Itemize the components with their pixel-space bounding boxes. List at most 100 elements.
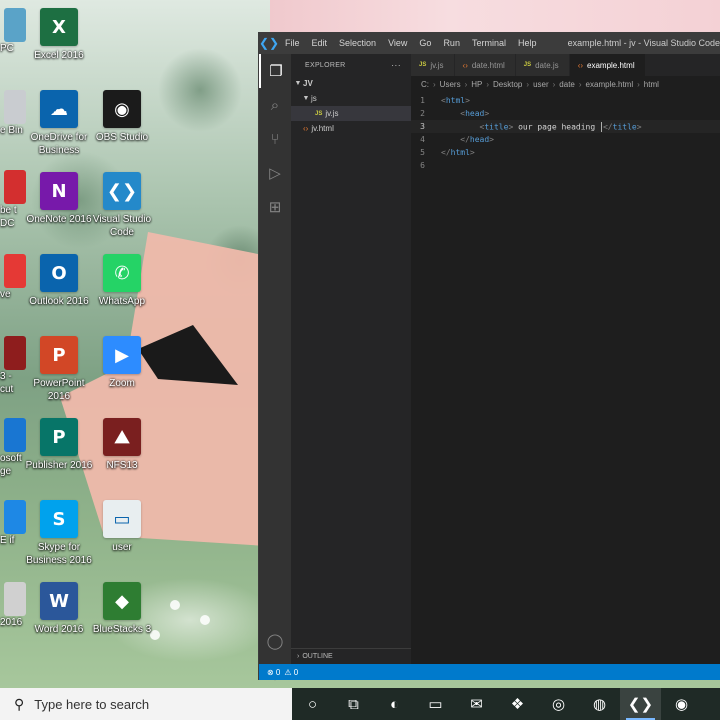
editor-area[interactable]: JS jv.js ‹› date.html JS date.js ‹› example.htm… [411, 54, 720, 664]
menu-terminal[interactable]: Terminal [466, 38, 512, 48]
tree-file-jv-js[interactable]: JS jv.js [291, 106, 411, 121]
desktop-icon-label: Visual Studio Code [92, 214, 152, 238]
desktop-icon-obs[interactable]: ◉ OBS Studio [85, 90, 159, 144]
nfs13-icon: ⛰ [103, 418, 141, 456]
source-control-icon[interactable]: ⑂ [259, 122, 291, 156]
wallpaper-flower [200, 615, 210, 625]
line-number: 5 [420, 148, 425, 157]
user-icon: ▭ [103, 500, 141, 538]
desktop-icon-zoom[interactable]: ▶ Zoom [85, 336, 159, 390]
desktop-icon-bluestacks[interactable]: ◆ BlueStacks 3 [85, 582, 159, 636]
chevron-right-icon: › [637, 79, 640, 89]
code-line[interactable]: 2 <head> [411, 107, 720, 120]
desktop-icon-vscode[interactable]: ❮❯ Visual Studio Code [85, 172, 159, 239]
code-token: </ [441, 148, 451, 157]
code-token: > [465, 96, 470, 105]
tree-folder-js[interactable]: ▼ js [291, 91, 411, 106]
breadcrumb-item[interactable]: C: [421, 80, 429, 89]
code-token: title [612, 122, 637, 131]
code-line[interactable]: 3 <title> our page heading </title> [411, 120, 720, 133]
breadcrumb-item[interactable]: HP [471, 80, 482, 89]
unknown-app-icon[interactable]: ◍ [579, 688, 620, 720]
search-icon: ⚲ [14, 695, 25, 712]
powerpoint-icon: P [40, 336, 78, 374]
tree-file-jv-html[interactable]: ‹› jv.html [291, 121, 411, 136]
code-line[interactable]: 4 </head> [411, 133, 720, 146]
run-debug-icon[interactable]: ▷ [259, 156, 291, 190]
menu-help[interactable]: Help [512, 38, 543, 48]
vscode-icon: ❮❯ [103, 172, 141, 210]
activity-bar: ❐ ⌕ ⑂ ▷ ⊞ ◯ ⚙ [259, 54, 291, 684]
chevron-right-icon: › [486, 79, 490, 89]
breadcrumb-item[interactable]: date [559, 80, 575, 89]
menu-selection[interactable]: Selection [333, 38, 382, 48]
extensions-icon[interactable]: ⊞ [259, 190, 291, 224]
taskbar-search-box[interactable]: ⚲ Type here to search [0, 688, 292, 720]
tab-jv-js[interactable]: JS jv.js [411, 54, 455, 76]
tab-date-js[interactable]: JS date.js [515, 54, 570, 76]
desktop-icon-label: Excel 2016 [34, 50, 84, 61]
line-number: 6 [420, 161, 425, 170]
code-line[interactable]: 1 <html> [411, 94, 720, 107]
warnings-count[interactable]: ⚠ 0 [284, 668, 298, 677]
code-editor[interactable]: 1 <html> 2 <head> 3 <title> our page headin… [411, 92, 720, 172]
text-cursor [600, 121, 602, 132]
desktop-icon-excel[interactable]: X Excel 2016 [22, 8, 96, 62]
onedrive-icon: ☁ [40, 90, 78, 128]
code-line[interactable]: 6 [411, 159, 720, 172]
line-number: 4 [420, 135, 425, 144]
menu-view[interactable]: View [382, 38, 413, 48]
dropbox-icon[interactable]: ❖ [497, 688, 538, 720]
chevron-down-icon: ▼ [294, 80, 302, 87]
chevron-right-icon: › [578, 79, 582, 89]
breadcrumb-item[interactable]: Users [440, 80, 461, 89]
file-label: jv.html [311, 124, 334, 133]
obs-icon[interactable]: ◉ [661, 688, 702, 720]
breadcrumb-item[interactable]: user [533, 80, 549, 89]
code-token: </ [460, 135, 470, 144]
file-explorer-icon[interactable]: ▭ [415, 688, 456, 720]
breadcrumb-item[interactable]: html [644, 80, 659, 89]
mail-icon[interactable]: ✉ [456, 688, 497, 720]
tab-label: example.html [587, 60, 635, 70]
skype-icon: S [40, 500, 78, 538]
menu-run[interactable]: Run [437, 38, 466, 48]
status-bar: ⊗ 0 ⚠ 0 [259, 664, 720, 680]
more-actions-icon[interactable]: ··· [391, 60, 411, 70]
menu-edit[interactable]: Edit [306, 38, 334, 48]
code-content: <html> [441, 96, 470, 105]
line-number: 1 [420, 96, 425, 105]
breadcrumb-item[interactable]: example.html [586, 80, 634, 89]
outline-section[interactable]: › OUTLINE [291, 648, 411, 664]
cortana-icon[interactable]: ○ [292, 688, 333, 720]
explorer-header: EXPLORER ··· [291, 54, 411, 76]
code-line[interactable]: 5 </html> [411, 146, 720, 159]
account-icon[interactable]: ◯ [259, 624, 291, 658]
html-file-icon: ‹› [303, 124, 309, 133]
chevron-right-icon: › [552, 79, 556, 89]
chevron-right-icon: › [433, 79, 436, 89]
desktop-icon-nfs13[interactable]: ⛰ NFS13 [85, 418, 159, 472]
menu-file[interactable]: File [279, 38, 306, 48]
title-bar[interactable]: ❮❯ File Edit Selection View Go Run Terminal Hel… [259, 32, 720, 54]
line-number: 2 [420, 109, 425, 118]
desktop-icon-user[interactable]: ▭ user [85, 500, 159, 554]
tree-root-folder[interactable]: ▼ JV [291, 76, 411, 91]
explorer-icon[interactable]: ❐ [259, 54, 291, 88]
vscode-window[interactable]: ❮❯ File Edit Selection View Go Run Terminal Hel… [258, 32, 720, 684]
word-icon: W [40, 582, 78, 620]
tab-example-html[interactable]: ‹› example.html [569, 54, 646, 76]
chevron-right-icon: › [526, 79, 530, 89]
breadcrumb-item[interactable]: Desktop [493, 80, 522, 89]
desktop-icon-whatsapp[interactable]: ✆ WhatsApp [85, 254, 159, 308]
menu-go[interactable]: Go [413, 38, 437, 48]
edge-icon[interactable]: ◐ [374, 688, 415, 720]
code-token: > [489, 135, 494, 144]
search-icon[interactable]: ⌕ [259, 88, 291, 122]
errors-count[interactable]: ⊗ 0 [267, 668, 280, 677]
vscode-icon[interactable]: ❮❯ [620, 688, 661, 720]
tab-date-html[interactable]: ‹› date.html [454, 54, 516, 76]
chrome-icon[interactable]: ◎ [538, 688, 579, 720]
task-view-icon[interactable]: ⧉ [333, 688, 374, 720]
code-token: > [636, 122, 642, 131]
